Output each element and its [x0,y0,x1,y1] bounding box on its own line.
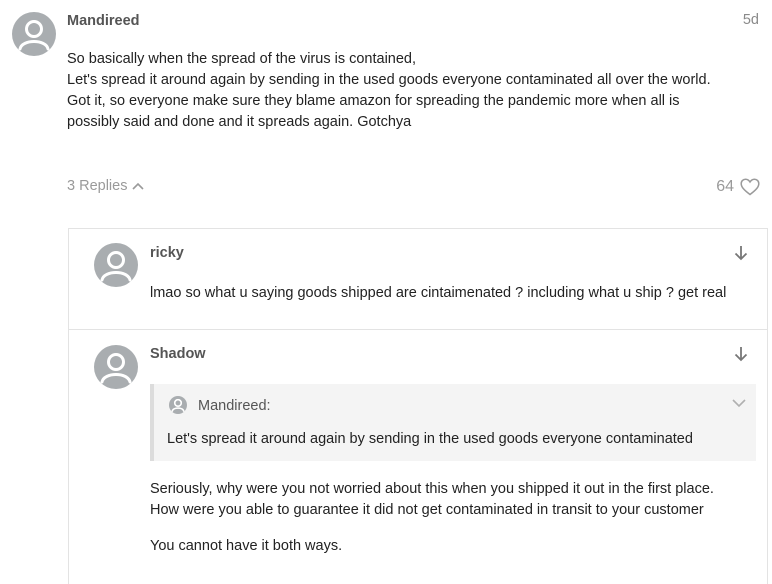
avatar[interactable] [94,243,138,287]
reply-text: lmao so what u saying goods shipped are … [150,285,727,301]
post-body-line: Got it, so everyone make sure they blame… [67,93,680,109]
avatar[interactable] [94,345,138,389]
default-user-icon [18,20,50,51]
default-user-icon [100,251,132,282]
reply-text-line: How were you able to guarantee it did no… [150,502,704,518]
chevron-up-icon [132,182,145,190]
avatar[interactable] [12,12,56,56]
quote-block: Mandireed: Let's spread it around again … [150,384,756,461]
arrow-down-icon[interactable] [734,245,748,261]
post-body-line: Let's spread it around again by sending … [67,72,711,88]
reply-text-line: You cannot have it both ways. [150,538,343,554]
quote-author: Mandireed: [198,398,271,414]
chevron-down-icon[interactable] [732,398,746,408]
quote-avatar [169,396,187,414]
arrow-down-icon[interactable] [734,346,748,362]
reply-text: You cannot have it both ways. [150,536,342,557]
post-username[interactable]: Mandireed [67,13,140,29]
reply-divider [69,329,767,330]
post-body: So basically when the spread of the viru… [67,49,757,133]
like-button[interactable]: 64 [716,178,760,196]
reply-text-line: Seriously, why were you not worried abou… [150,481,714,497]
default-user-icon [171,398,185,412]
post-timestamp[interactable]: 5d [743,12,759,28]
likes-count: 64 [716,178,734,195]
post-body-line: So basically when the spread of the viru… [67,51,417,67]
replies-container: ricky lmao so what u saying goods shippe… [68,228,768,584]
replies-toggle-label: 3 Replies [67,178,128,194]
reply-username[interactable]: ricky [150,245,184,261]
quote-text: Let's spread it around again by sending … [167,431,693,447]
default-user-icon [100,353,132,384]
reply-username[interactable]: Shadow [150,346,206,362]
replies-toggle-button[interactable]: 3 Replies [67,178,145,194]
reply-text: Seriously, why were you not worried abou… [150,479,714,521]
post-body-line: possibly said and done and it spreads ag… [67,114,412,130]
heart-outline-icon [740,178,760,196]
